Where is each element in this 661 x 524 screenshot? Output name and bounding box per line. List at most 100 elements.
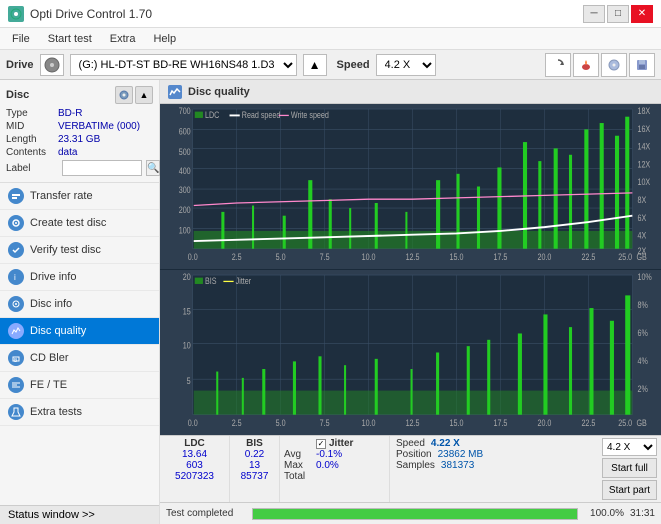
- titlebar-left: Opti Drive Control 1.70: [8, 6, 152, 22]
- sidebar-item-extra-tests[interactable]: Extra tests: [0, 399, 159, 426]
- app-icon: [8, 6, 24, 22]
- svg-text:16X: 16X: [637, 124, 650, 134]
- burn-button[interactable]: [573, 53, 599, 77]
- svg-text:10%: 10%: [637, 272, 651, 282]
- sidebar-item-create-test-disc[interactable]: Create test disc: [0, 210, 159, 237]
- jitter-checkbox[interactable]: ✓: [316, 439, 326, 449]
- chart1-svg: 700 600 500 400 300 200 100 18X 16X 14X …: [160, 104, 661, 269]
- jitter-header: Jitter: [329, 438, 353, 449]
- menubar: File Start test Extra Help: [0, 28, 661, 50]
- speed-dropdown[interactable]: 4.2 X: [602, 438, 657, 456]
- disc-quality-icon: [8, 323, 24, 339]
- length-val: 23.31 GB: [58, 134, 100, 145]
- svg-text:LDC: LDC: [205, 110, 219, 120]
- sidebar-item-verify-test-disc[interactable]: Verify test disc: [0, 237, 159, 264]
- progress-bar-inner: [253, 509, 577, 519]
- menu-extra[interactable]: Extra: [102, 31, 144, 47]
- drive-info-label: Drive info: [30, 271, 76, 283]
- right-controls: 4.2 X Start full Start part: [598, 436, 661, 502]
- sidebar-nav: Transfer rate Create test disc Verify te…: [0, 183, 159, 505]
- position-label: Position: [396, 449, 432, 460]
- disc-info-label: Disc info: [30, 298, 72, 310]
- sidebar-item-cd-bler[interactable]: B CD Bler: [0, 345, 159, 372]
- content-area: Disc quality: [160, 80, 661, 524]
- maximize-button[interactable]: □: [607, 5, 629, 23]
- disc-header: Disc ▲: [6, 86, 153, 104]
- create-test-disc-label: Create test disc: [30, 217, 106, 229]
- sidebar-item-disc-info[interactable]: Disc info: [0, 291, 159, 318]
- svg-text:2.5: 2.5: [232, 252, 242, 262]
- sidebar-item-drive-info[interactable]: i Drive info: [0, 264, 159, 291]
- panel-header: Disc quality: [160, 80, 661, 104]
- disc-contents-row: Contents data: [6, 147, 153, 158]
- refresh-button[interactable]: [545, 53, 571, 77]
- extra-tests-icon: [8, 404, 24, 420]
- disc-info-icon: [8, 296, 24, 312]
- svg-text:22.5: 22.5: [581, 252, 595, 262]
- disc-icon-btn[interactable]: [115, 86, 133, 104]
- label-key: Label: [6, 163, 58, 174]
- svg-text:12.5: 12.5: [406, 418, 420, 428]
- speed-select[interactable]: 4.2 X: [376, 54, 436, 76]
- svg-text:GB: GB: [636, 418, 646, 428]
- menu-start-test[interactable]: Start test: [40, 31, 100, 47]
- svg-text:20.0: 20.0: [537, 418, 551, 428]
- avg-label: Avg: [284, 449, 306, 460]
- avg-bis-val: 0.22: [236, 449, 273, 460]
- cd-bler-icon: B: [8, 350, 24, 366]
- svg-text:15: 15: [183, 307, 191, 317]
- drive-label: Drive: [6, 59, 34, 71]
- drive-info-icon: i: [8, 269, 24, 285]
- total-ldc-val: 5207323: [175, 471, 214, 482]
- minimize-button[interactable]: ─: [583, 5, 605, 23]
- status-window-bar[interactable]: Status window >>: [0, 505, 159, 524]
- fe-te-icon: [8, 377, 24, 393]
- svg-text:400: 400: [179, 166, 191, 176]
- svg-text:0.0: 0.0: [188, 418, 198, 428]
- speed-label: Speed: [337, 59, 370, 71]
- sidebar-item-fe-te[interactable]: FE / TE: [0, 372, 159, 399]
- eject-button[interactable]: ▲: [303, 54, 327, 76]
- svg-text:14X: 14X: [637, 142, 650, 152]
- svg-text:15.0: 15.0: [450, 252, 464, 262]
- mid-val: VERBATIMe (000): [58, 121, 140, 132]
- menu-help[interactable]: Help: [145, 31, 184, 47]
- svg-text:10.0: 10.0: [362, 418, 376, 428]
- label-browse-btn[interactable]: 🔍: [146, 160, 160, 176]
- jitter-col: ✓ Jitter -0.1% 0.0%: [310, 436, 390, 502]
- samples-val: 381373: [441, 460, 474, 471]
- speed-pos-col: Speed 4.22 X Position 23862 MB Samples 3…: [390, 436, 598, 502]
- sidebar-item-transfer-rate[interactable]: Transfer rate: [0, 183, 159, 210]
- start-full-button[interactable]: Start full: [602, 458, 657, 478]
- time-label: 31:31: [630, 508, 655, 519]
- row-labels: H Avg Max Total: [280, 436, 310, 502]
- total-label: Total: [284, 471, 306, 482]
- save-button[interactable]: [629, 53, 655, 77]
- label-input[interactable]: [62, 160, 142, 176]
- disc-button[interactable]: [601, 53, 627, 77]
- svg-text:25.0: 25.0: [618, 252, 632, 262]
- verify-test-disc-label: Verify test disc: [30, 244, 101, 256]
- fe-te-label: FE / TE: [30, 379, 67, 391]
- contents-key: Contents: [6, 147, 58, 158]
- position-val: 23862 MB: [438, 449, 484, 460]
- label-row: Label 🔍: [6, 160, 153, 176]
- disc-type-row: Type BD-R: [6, 108, 153, 119]
- svg-text:2%: 2%: [637, 384, 647, 394]
- cd-bler-label: CD Bler: [30, 352, 69, 364]
- svg-text:700: 700: [179, 106, 191, 116]
- drive-select[interactable]: (G:) HL-DT-ST BD-RE WH16NS48 1.D3: [70, 54, 297, 76]
- ldc-col: LDC 13.64 603 5207323: [160, 436, 230, 502]
- svg-text:4%: 4%: [637, 356, 647, 366]
- sidebar-item-disc-quality[interactable]: Disc quality: [0, 318, 159, 345]
- svg-text:15.0: 15.0: [450, 418, 464, 428]
- progress-pct: 100.0%: [584, 508, 624, 519]
- drivebar: Drive (G:) HL-DT-ST BD-RE WH16NS48 1.D3 …: [0, 50, 661, 80]
- start-part-button[interactable]: Start part: [602, 480, 657, 500]
- close-button[interactable]: ✕: [631, 5, 653, 23]
- svg-text:20.0: 20.0: [537, 252, 551, 262]
- menu-file[interactable]: File: [4, 31, 38, 47]
- svg-text:20: 20: [183, 272, 191, 282]
- speed-stat-val: 4.22 X: [431, 438, 460, 449]
- disc-eject-btn[interactable]: ▲: [135, 86, 153, 104]
